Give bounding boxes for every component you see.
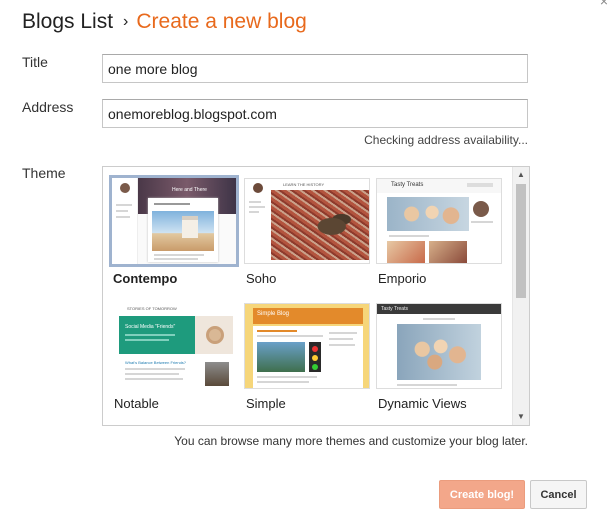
theme-soho[interactable]: LEARN THE HISTORY Soho — [244, 178, 374, 286]
soho-header-text: LEARN THE HISTORY — [283, 182, 325, 187]
title-input[interactable] — [102, 54, 528, 83]
scroll-down-icon[interactable]: ▼ — [513, 410, 529, 424]
theme-name: Dynamic Views — [378, 396, 467, 411]
theme-dynamic-views[interactable]: Tasty Treats Dynamic Views — [376, 303, 506, 411]
theme-simple[interactable]: Simple Blog Simple — [244, 303, 374, 411]
dynamic-title-text: Tasty Treats — [381, 306, 408, 312]
theme-picker: Here and There Contempo LEARN THE HISTOR… — [102, 166, 530, 426]
theme-dynamic-views-thumbnail: Tasty Treats — [376, 303, 502, 389]
scroll-up-icon[interactable]: ▲ — [513, 168, 529, 182]
theme-name: Emporio — [378, 271, 427, 286]
close-icon[interactable]: × — [600, 0, 608, 8]
address-input[interactable] — [102, 99, 528, 128]
theme-label: Theme — [22, 165, 66, 181]
contempo-banner-text: Here and There — [172, 187, 207, 193]
notable-header-text: STORIES OF TOMORROW — [127, 306, 177, 311]
theme-notable[interactable]: STORIES OF TOMORROW Social Media "Friend… — [112, 303, 242, 411]
theme-name: Simple — [246, 396, 286, 411]
notable-hero-text: Social Media "Friends" — [125, 324, 176, 330]
emporio-title-text: Tasty Treats — [391, 182, 424, 188]
breadcrumb-separator-icon: › — [123, 13, 129, 30]
theme-emporio-thumbnail: Tasty Treats — [376, 178, 502, 264]
theme-emporio[interactable]: Tasty Treats Emporio — [376, 178, 506, 286]
page-title: Blogs List › Create a new blog — [22, 10, 307, 34]
theme-soho-thumbnail: LEARN THE HISTORY — [244, 178, 370, 264]
themes-footer-note: You can browse many more themes and cust… — [174, 434, 528, 448]
create-blog-button[interactable]: Create blog! — [439, 480, 525, 509]
title-label: Title — [22, 54, 48, 70]
theme-name: Contempo — [113, 271, 178, 286]
cancel-button[interactable]: Cancel — [530, 480, 587, 509]
theme-scrollbar[interactable]: ▲ ▼ — [512, 167, 529, 425]
breadcrumb-current: Create a new blog — [136, 10, 307, 33]
theme-notable-thumbnail: STORIES OF TOMORROW Social Media "Friend… — [112, 303, 238, 389]
breadcrumb-blogs-list[interactable]: Blogs List — [22, 10, 113, 33]
scrollbar-thumb[interactable] — [516, 184, 526, 298]
theme-contempo[interactable]: Here and There Contempo — [109, 175, 239, 286]
address-availability-status: Checking address availability... — [364, 133, 528, 147]
theme-name: Notable — [114, 396, 159, 411]
simple-title-text: Simple Blog — [257, 311, 290, 317]
address-label: Address — [22, 99, 74, 115]
notable-post-text: What's Balance Between Friends? — [125, 360, 187, 365]
theme-simple-thumbnail: Simple Blog — [244, 303, 370, 389]
theme-contempo-thumbnail: Here and There — [109, 175, 239, 267]
theme-name: Soho — [246, 271, 277, 286]
